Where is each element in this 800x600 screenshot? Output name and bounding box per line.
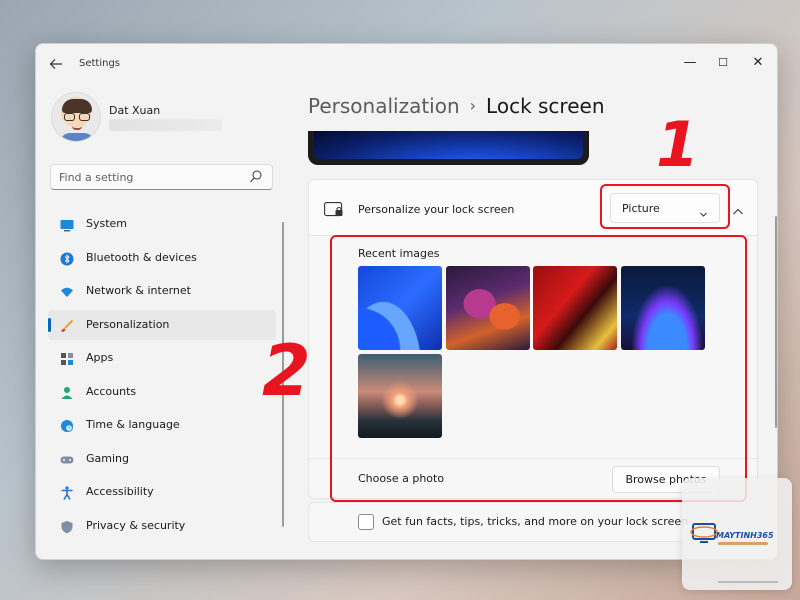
title-bar: Settings — ☐ ✕ [36,44,777,84]
profile-name: Dat Xuan [109,104,161,117]
breadcrumb-separator: › [469,96,477,115]
sidebar-item-time-language[interactable]: Time & language [48,410,276,440]
annotation-number-1: 1 [656,108,700,181]
back-arrow-icon[interactable] [48,56,64,72]
annotation-number-2: 2 [262,330,311,412]
sidebar-item-label: Accounts [86,384,137,398]
avatar-body [60,133,94,141]
profile-email-blurred [109,119,222,131]
annotation-box-2 [330,235,747,502]
accessibility-icon [60,485,74,500]
avatar-mouth [72,126,82,130]
sidebar-item-label: Accessibility [86,485,154,498]
watermark: MAYTINH365 [682,478,792,590]
search-input[interactable] [59,169,239,186]
lock-screen-icon [324,202,344,218]
sidebar-item-privacy[interactable]: Privacy & security [48,511,276,541]
sidebar-item-label: Gaming [86,451,129,465]
bluetooth-icon [60,251,74,265]
close-button[interactable]: ✕ [738,50,777,76]
avatar-glasses [64,113,91,121]
sidebar-item-accessibility[interactable]: Accessibility [48,477,276,507]
sidebar-item-label: Personalization [86,317,170,331]
search-icon[interactable] [249,169,263,185]
sidebar-item-bluetooth[interactable]: Bluetooth & devices [48,243,276,273]
search-box[interactable] [50,164,273,190]
fun-facts-label[interactable]: Get fun facts, tips, tricks, and more on… [382,515,688,528]
main-scrollbar[interactable] [775,216,777,428]
chevron-up-icon[interactable] [732,202,744,215]
breadcrumb-parent[interactable]: Personalization [308,94,460,118]
watermark-tagline [718,542,768,545]
clock-globe-icon [60,418,74,432]
window-title: Settings [79,58,121,69]
person-icon [60,385,74,399]
sidebar-item-system[interactable]: System [48,209,276,239]
shield-icon [60,519,74,533]
sidebar-item-accounts[interactable]: Accounts [48,377,276,407]
page-title: Lock screen [486,94,605,118]
sidebar-item-label: Bluetooth & devices [86,250,197,264]
maximize-button[interactable]: ☐ [703,50,743,76]
wifi-icon [60,284,74,298]
sidebar-item-label: Apps [86,351,114,364]
watermark-brand: MAYTINH365 [716,531,774,540]
sidebar-nav: System Bluetooth & devices Network & int… [48,209,276,544]
sidebar-item-network[interactable]: Network & internet [48,276,276,306]
apps-icon [60,351,74,365]
lock-screen-preview [308,131,589,165]
sidebar-item-personalization[interactable]: Personalization [48,309,276,340]
avatar-hair [62,99,92,113]
sidebar-item-label: Network & internet [86,284,191,297]
sidebar-item-apps[interactable]: Apps [48,343,276,373]
breadcrumb: Personalization › Lock screen [308,94,605,118]
watermark-footer [718,581,778,583]
personalize-label: Personalize your lock screen [358,203,515,216]
sidebar-item-gaming[interactable]: Gaming [48,444,276,474]
avatar[interactable] [51,92,101,142]
sidebar-item-label: System [86,217,128,230]
preview-wallpaper [314,131,583,159]
gamepad-icon [60,452,74,466]
brush-icon [60,318,74,332]
annotation-box-1 [600,184,730,229]
sidebar-item-label: Time & language [86,418,180,431]
monitor-icon [60,217,74,232]
fun-facts-checkbox[interactable] [358,514,374,530]
sidebar-item-label: Privacy & security [86,518,186,532]
